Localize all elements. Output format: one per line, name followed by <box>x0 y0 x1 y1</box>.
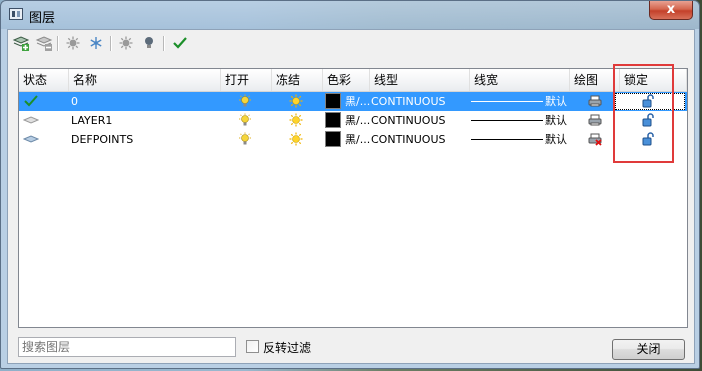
isolate-icon[interactable] <box>116 33 136 53</box>
current-layer-check-icon <box>24 95 38 107</box>
layer-color-label[interactable]: 黑/... <box>345 111 370 130</box>
plot-disabled-printer-icon[interactable] <box>588 132 602 146</box>
lineweight-sample <box>471 120 543 121</box>
set-current-check-icon[interactable] <box>170 33 190 53</box>
invert-filter-checkbox[interactable] <box>246 340 259 353</box>
layer-color-swatch[interactable] <box>325 93 341 109</box>
lineweight-sample <box>471 139 543 140</box>
invert-filter-label[interactable]: 反转过滤 <box>263 339 311 356</box>
delete-layer-icon[interactable] <box>34 33 54 53</box>
unlocked-padlock-icon[interactable] <box>641 94 655 108</box>
freeze-all-icon[interactable] <box>63 33 83 53</box>
col-header-lineweight[interactable]: 线宽 <box>470 69 570 91</box>
window-title: 图层 <box>29 11 56 26</box>
layer-name[interactable]: 0 <box>71 92 78 111</box>
layer-on-icon[interactable] <box>238 94 252 108</box>
layer-row[interactable]: DEFPOINTS 黑/... CONTINUOUS 默认 <box>19 130 687 149</box>
layer-linetype[interactable]: CONTINUOUS <box>371 92 446 111</box>
layer-thawed-icon[interactable] <box>289 113 303 127</box>
layer-lineweight[interactable]: 默认 <box>545 111 567 130</box>
layer-lineweight[interactable]: 默认 <box>545 92 567 111</box>
layer-on-icon[interactable] <box>238 113 252 127</box>
layer-color-label[interactable]: 黑/... <box>345 130 370 149</box>
layer-thawed-icon[interactable] <box>289 132 303 146</box>
layer-dialog: 图层 x 状态 名称 打开 冻结 色彩 线型 线宽 绘图 锁定 0 黑/... … <box>0 0 700 369</box>
col-header-name[interactable]: 名称 <box>69 69 221 91</box>
col-header-on[interactable]: 打开 <box>221 69 272 91</box>
plot-printer-icon[interactable] <box>588 94 602 108</box>
col-header-status[interactable]: 状态 <box>19 69 69 91</box>
layer-row[interactable]: 0 黑/... CONTINUOUS 默认 <box>19 92 687 111</box>
layer-linetype[interactable]: CONTINUOUS <box>371 130 446 149</box>
layer-color-label[interactable]: 黑/... <box>345 92 370 111</box>
unlocked-padlock-icon[interactable] <box>641 132 655 146</box>
lineweight-sample <box>471 101 543 102</box>
layer-thawed-icon[interactable] <box>289 94 303 108</box>
light-bulb-icon[interactable] <box>139 33 159 53</box>
thaw-icon[interactable] <box>86 33 106 53</box>
layer-grid: 状态 名称 打开 冻结 色彩 线型 线宽 绘图 锁定 0 黑/... CONTI… <box>18 68 688 328</box>
layer-color-swatch[interactable] <box>325 131 341 147</box>
layer-name[interactable]: LAYER1 <box>71 111 112 130</box>
window-close-button[interactable]: x <box>649 1 693 20</box>
toolbar-separator <box>110 36 112 51</box>
toolbar-separator <box>57 36 59 51</box>
layer-on-icon[interactable] <box>238 132 252 146</box>
layer-status-icon <box>23 135 39 143</box>
dialog-client: 状态 名称 打开 冻结 色彩 线型 线宽 绘图 锁定 0 黑/... CONTI… <box>7 29 695 364</box>
layer-lineweight[interactable]: 默认 <box>545 130 567 149</box>
title-bar[interactable]: 图层 x <box>1 1 699 29</box>
toolbar-separator <box>163 36 165 51</box>
close-button[interactable]: 关闭 <box>612 339 685 360</box>
unlocked-padlock-icon[interactable] <box>641 113 655 127</box>
window-icon <box>9 8 23 20</box>
layer-status-icon <box>23 116 39 124</box>
col-header-color[interactable]: 色彩 <box>323 69 370 91</box>
col-header-plot[interactable]: 绘图 <box>570 69 620 91</box>
col-header-freeze[interactable]: 冻结 <box>272 69 323 91</box>
new-layer-icon[interactable] <box>11 33 31 53</box>
layer-search-input[interactable] <box>18 337 236 357</box>
col-header-linetype[interactable]: 线型 <box>370 69 470 91</box>
layer-row[interactable]: LAYER1 黑/... CONTINUOUS 默认 <box>19 111 687 130</box>
layer-name[interactable]: DEFPOINTS <box>71 130 133 149</box>
plot-printer-icon[interactable] <box>588 113 602 127</box>
grid-header: 状态 名称 打开 冻结 色彩 线型 线宽 绘图 锁定 <box>19 69 687 92</box>
layer-color-swatch[interactable] <box>325 112 341 128</box>
layer-linetype[interactable]: CONTINUOUS <box>371 111 446 130</box>
col-header-lock[interactable]: 锁定 <box>620 69 687 91</box>
